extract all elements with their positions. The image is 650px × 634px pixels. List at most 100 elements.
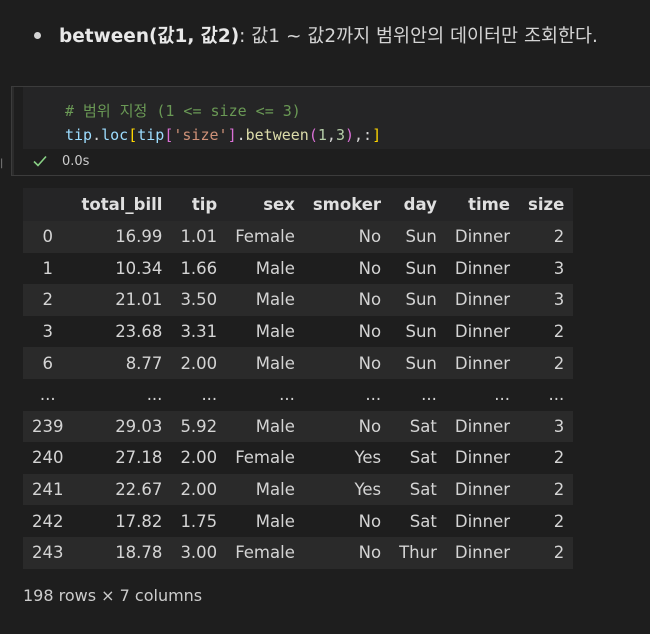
table-row: 241 22.67 2.00 Male Yes Sat Dinner 2 (23, 473, 574, 506)
table-cell: Sun (390, 315, 446, 348)
code-token: , (326, 126, 336, 144)
table-cell: Male (226, 473, 304, 506)
table-cell: Female (226, 221, 304, 253)
table-cell: 2.00 (171, 347, 227, 379)
table-cell: ... (303, 378, 391, 411)
table-cell: 10.34 (72, 252, 172, 285)
markdown-text: : 값1 ~ 값2까지 범위안의 데이터만 조회한다. (239, 26, 598, 47)
row-index-cell: 6 (23, 347, 73, 379)
code-token: tip (137, 126, 165, 144)
table-cell: Dinner (445, 252, 519, 285)
table-row: 240 27.18 2.00 Female Yes Sat Dinner 2 (23, 442, 574, 474)
table-cell: ... (171, 378, 227, 411)
table-cell: ... (445, 378, 519, 411)
table-cell: 22.67 (72, 473, 172, 506)
table-cell: Dinner (445, 347, 519, 379)
table-cell: 29.03 (72, 410, 172, 443)
index-header (23, 188, 73, 221)
column-header: tip (171, 188, 227, 221)
code-token: ] (227, 126, 237, 144)
table-cell: Yes (303, 473, 391, 506)
code-editor[interactable]: # 범위 지정 (1 <= size <= 3) tip.loc[tip['si… (23, 87, 650, 149)
table-row: 243 18.78 3.00 Female No Thur Dinner 2 (23, 536, 574, 569)
code-token: . (236, 126, 246, 144)
table-cell: No (303, 410, 391, 443)
table-cell: 3 (519, 252, 574, 285)
table-cell: ... (226, 378, 304, 411)
code-token: loc (101, 126, 129, 144)
table-cell: Male (226, 505, 304, 537)
dataframe-shape: 198 rows × 7 columns (23, 586, 203, 605)
table-cell: Dinner (445, 315, 519, 348)
code-token: ( (308, 126, 318, 144)
table-cell: 3.00 (171, 536, 227, 569)
table-cell: ... (519, 378, 574, 411)
row-index-cell: 0 (23, 221, 73, 253)
table-header-row: total_bill tip sex smoker day time size (23, 188, 574, 221)
row-index-cell: 3 (23, 315, 73, 348)
check-icon (33, 155, 47, 167)
code-token: ] (372, 126, 382, 144)
table-cell: 3 (519, 284, 574, 316)
table-row: ........................ (23, 378, 574, 411)
table-cell: Male (226, 410, 304, 443)
code-token: tip (65, 126, 93, 144)
column-header: total_bill (72, 188, 172, 221)
column-header: smoker (303, 188, 391, 221)
column-header: time (445, 188, 519, 221)
table-cell: No (303, 252, 391, 285)
column-header: sex (226, 188, 304, 221)
code-token: ) (344, 126, 354, 144)
table-cell: No (303, 347, 391, 379)
cell-focus-bar (12, 87, 14, 175)
row-index-cell: 242 (23, 505, 73, 537)
row-index-cell: 243 (23, 536, 73, 569)
column-header: day (390, 188, 446, 221)
code-text[interactable]: # 범위 지정 (1 <= size <= 3) tip.loc[tip['si… (65, 99, 381, 147)
execution-time: 0.0s (62, 153, 90, 169)
table-cell: 5.92 (171, 410, 227, 443)
code-cell[interactable]: # 범위 지정 (1 <= size <= 3) tip.loc[tip['si… (11, 86, 650, 176)
table-cell: No (303, 221, 391, 253)
table-cell: 3 (519, 410, 574, 443)
cell-status: 0.0s (32, 153, 89, 169)
table-cell: 2 (519, 315, 574, 348)
table-cell: Sun (390, 221, 446, 253)
row-index-cell: 239 (23, 410, 73, 443)
table-cell: 2 (519, 442, 574, 474)
table-cell: Sat (390, 442, 446, 474)
table-cell: Female (226, 442, 304, 474)
row-index-cell: 241 (23, 473, 73, 506)
bullet-icon (34, 31, 41, 39)
table-cell: Yes (303, 442, 391, 474)
table-cell: 1.66 (171, 252, 227, 285)
table-cell: 27.18 (72, 442, 172, 474)
table-cell: Dinner (445, 473, 519, 506)
table-cell: Dinner (445, 284, 519, 316)
table-row: 6 8.77 2.00 Male No Sun Dinner 2 (23, 347, 574, 379)
table-cell: 8.77 (72, 347, 172, 379)
row-index-cell: 1 (23, 252, 73, 285)
table-cell: Thur (390, 536, 446, 569)
table-cell: Male (226, 347, 304, 379)
table-cell: Dinner (445, 505, 519, 537)
table-cell: Sun (390, 347, 446, 379)
markdown-bullet-line: between(값1, 값2): 값1 ~ 값2까지 범위안의 데이터만 조회한… (34, 22, 598, 48)
table-cell: Female (226, 536, 304, 569)
notebook-page: between(값1, 값2): 값1 ~ 값2까지 범위안의 데이터만 조회한… (0, 0, 650, 634)
table-cell: 2 (519, 347, 574, 379)
table-cell: No (303, 315, 391, 348)
table-cell: 17.82 (72, 505, 172, 537)
table-row: 1 10.34 1.66 Male No Sun Dinner 3 (23, 252, 574, 285)
table-cell: 2.00 (171, 473, 227, 506)
table-cell: 2 (519, 536, 574, 569)
table-cell: Male (226, 315, 304, 348)
table-cell: Male (226, 284, 304, 316)
table-cell: 2.00 (171, 442, 227, 474)
table-cell: Sat (390, 473, 446, 506)
table-cell: No (303, 284, 391, 316)
code-token: ,: (354, 126, 373, 144)
table-cell: 18.78 (72, 536, 172, 569)
table-cell: Dinner (445, 536, 519, 569)
table-row: 242 17.82 1.75 Male No Sat Dinner 2 (23, 505, 574, 537)
